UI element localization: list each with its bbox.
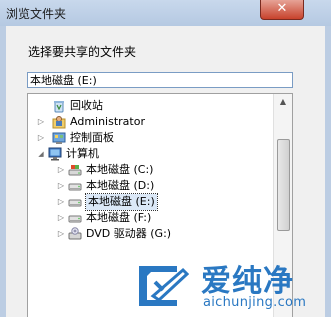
- dvd-drive-icon: [68, 227, 82, 241]
- scroll-up-icon[interactable]: ▲: [274, 94, 292, 110]
- system-drive-icon: [68, 163, 82, 177]
- tree-item-control-panel[interactable]: ▷ 控制面板: [36, 130, 156, 146]
- window-frame-right: [325, 26, 331, 317]
- watermark-logo-icon: [137, 262, 190, 310]
- hard-drive-icon: [68, 195, 82, 209]
- control-panel-icon: [52, 131, 66, 145]
- collapse-arrow-icon[interactable]: ◢: [36, 146, 46, 162]
- expand-arrow-icon[interactable]: ▷: [56, 194, 66, 210]
- watermark-brand: 爱纯净: [201, 264, 294, 299]
- window-title: 浏览文件夹: [6, 7, 67, 21]
- folder-path-field[interactable]: 本地磁盘 (E:): [27, 72, 293, 88]
- tree-item-drive-d[interactable]: ▷ 本地磁盘 (D:): [56, 178, 176, 194]
- tree-item-drive-e[interactable]: ▷ 本地磁盘 (E:): [56, 193, 158, 211]
- computer-icon: [48, 147, 62, 161]
- watermark-url: aichunjing.com: [203, 295, 307, 310]
- selected-folder-label: 本地磁盘 (E:): [85, 193, 158, 211]
- expand-arrow-icon[interactable]: ▷: [56, 210, 66, 226]
- title-bar[interactable]: 浏览文件夹 ✕: [0, 0, 331, 26]
- expand-arrow-icon[interactable]: ▷: [56, 178, 66, 194]
- user-folder-icon: [52, 115, 66, 129]
- tree-item-computer[interactable]: ◢ 计算机: [36, 146, 156, 162]
- dialog-prompt: 选择要共享的文件夹: [28, 45, 137, 59]
- tree-item-drive-f[interactable]: ▷ 本地磁盘 (F:): [56, 210, 176, 226]
- close-button[interactable]: ✕: [260, 0, 304, 20]
- tree-item-recycle-bin[interactable]: 回收站: [36, 98, 156, 114]
- recycle-bin-icon: [52, 99, 66, 113]
- expand-arrow-icon[interactable]: ▷: [56, 226, 66, 242]
- tree-item-dvd-drive[interactable]: ▷ DVD 驱动器 (G:): [56, 226, 196, 242]
- scrollbar-thumb[interactable]: [277, 139, 290, 231]
- expand-arrow-icon[interactable]: ▷: [56, 162, 66, 178]
- tree-item-drive-c[interactable]: ▷ 本地磁盘 (C:): [56, 162, 176, 178]
- expand-arrow-icon[interactable]: ▷: [36, 130, 46, 146]
- hard-drive-icon: [68, 179, 82, 193]
- hard-drive-icon: [68, 211, 82, 225]
- tree-item-administrator[interactable]: ▷ Administrator: [36, 114, 186, 130]
- expand-arrow-icon[interactable]: ▷: [36, 114, 46, 130]
- close-icon: ✕: [276, 1, 288, 16]
